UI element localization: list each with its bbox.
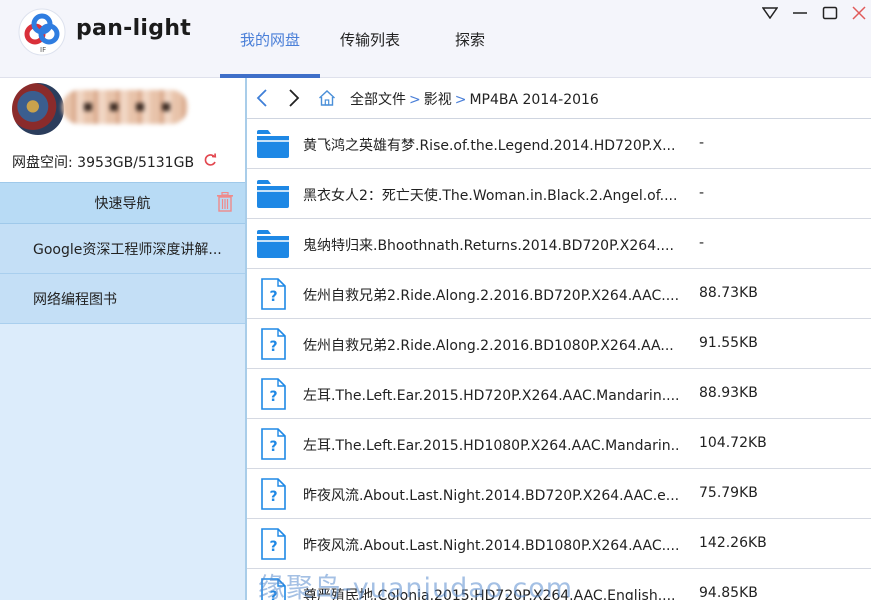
forward-button[interactable] [284,87,304,109]
chevron-left-icon [256,89,267,107]
file-name: 昨夜风流.About.Last.Night.2014.BD1080P.X264.… [303,538,679,554]
file-name: 左耳.The.Left.Ear.2015.HD720P.X264.AAC.Man… [303,388,679,404]
breadcrumb-separator: > [409,92,421,108]
username-blurred [62,90,188,124]
quick-nav-item[interactable]: 网络编程图书 [0,274,245,324]
sidebar: 网盘空间: 3953GB/5131GB 快速导航 Google资深工程师深度讲解… [0,78,247,600]
triangle-down-icon [762,7,778,19]
svg-text:?: ? [269,289,277,305]
trash-icon[interactable] [216,192,234,212]
tab-label: 传输列表 [339,31,400,49]
app-title: pan-light [76,16,192,41]
file-size: 91.55KB [699,335,758,351]
maximize-button[interactable] [817,2,843,24]
path-bar: 全部文件 > 影视 > MP4BA 2014-2016 [247,78,871,119]
refresh-icon[interactable] [203,152,217,168]
breadcrumb-separator: > [454,92,467,108]
folder-icon [257,180,289,208]
svg-text:IF: IF [40,46,46,54]
file-row[interactable]: 黑衣女人2：死亡天使.The.Woman.in.Black.2.Angel.of… [247,169,871,219]
file-size: 88.93KB [699,385,758,401]
svg-text:?: ? [269,339,277,355]
file-row[interactable]: ? 佐州自救兄弟2.Ride.Along.2.2016.BD720P.X264.… [247,269,871,319]
maximize-icon [822,6,838,20]
home-icon [319,90,335,106]
breadcrumb-item[interactable]: 全部文件 [350,92,406,108]
file-name: 黄飞鸿之英雄有梦.Rise.of.the.Legend.2014.HD720P.… [303,138,676,154]
folder-icon [257,130,289,158]
file-name: 左耳.The.Left.Ear.2015.HD1080P.X264.AAC.Ma… [303,438,679,454]
unknown-file-icon: ? [261,328,286,360]
back-button[interactable] [252,87,272,109]
tab-explore[interactable]: 探索 [420,28,520,78]
file-name: 鬼纳特归来.Bhoothnath.Returns.2014.BD720P.X26… [303,238,674,254]
unknown-file-icon: ? [261,378,286,410]
blur-block [136,103,144,111]
minimize-button[interactable] [787,2,813,24]
file-row[interactable]: ? 佐州自救兄弟2.Ride.Along.2.2016.BD1080P.X264… [247,319,871,369]
file-size: 88.73KB [699,285,758,301]
file-size: 94.85KB [699,585,758,600]
file-row[interactable]: 鬼纳特归来.Bhoothnath.Returns.2014.BD720P.X26… [247,219,871,269]
tab-transfer-list[interactable]: 传输列表 [320,28,420,78]
user-profile: 网盘空间: 3953GB/5131GB [0,78,245,182]
unknown-file-icon: ? [261,428,286,460]
unknown-file-icon: ? [261,528,286,560]
svg-text:?: ? [269,539,277,555]
quick-nav-title: 快速导航 [94,196,151,212]
close-icon [852,6,866,20]
blur-block [110,103,118,111]
file-size: 104.72KB [699,435,767,451]
file-name: 佐州自救兄弟2.Ride.Along.2.2016.BD1080P.X264.A… [303,338,674,354]
breadcrumb: 全部文件 > 影视 > MP4BA 2014-2016 [350,89,599,109]
file-size: - [699,135,705,151]
avatar[interactable] [12,83,64,135]
file-row[interactable]: ? 左耳.The.Left.Ear.2015.HD720P.X264.AAC.M… [247,369,871,419]
svg-text:?: ? [269,489,277,505]
file-size: - [699,235,705,251]
chevron-right-icon [289,89,300,107]
quick-nav-item-label: Google资深工程师深度讲解... [33,241,222,258]
file-row[interactable]: ? 昨夜风流.About.Last.Night.2014.BD720P.X264… [247,469,871,519]
pan-light-logo-icon: IF [18,8,66,56]
blur-block [84,103,92,111]
quick-nav-header: 快速导航 [0,182,245,224]
unknown-file-icon: ? [261,278,286,310]
file-size: - [699,185,705,201]
close-button[interactable] [846,2,871,24]
file-row[interactable]: ? 昨夜风流.About.Last.Night.2014.BD1080P.X26… [247,519,871,569]
unknown-file-icon: ? [261,478,286,510]
svg-text:?: ? [269,439,277,455]
quick-nav-item[interactable]: Google资深工程师深度讲解... [0,224,245,274]
blur-block [162,103,170,111]
file-name: 黑衣女人2：死亡天使.The.Woman.in.Black.2.Angel.of… [303,188,678,204]
tab-label: 探索 [454,31,485,49]
file-row[interactable]: 黄飞鸿之英雄有梦.Rise.of.the.Legend.2014.HD720P.… [247,119,871,169]
tab-my-drive[interactable]: 我的网盘 [220,28,320,78]
breadcrumb-item[interactable]: 影视 [424,92,452,108]
minimize-icon [793,12,807,14]
folder-icon [257,230,289,258]
breadcrumb-item-current[interactable]: MP4BA 2014-2016 [469,92,598,108]
storage-usage: 网盘空间: 3953GB/5131GB [12,155,195,171]
home-button[interactable] [318,87,336,109]
file-list: 黄飞鸿之英雄有梦.Rise.of.the.Legend.2014.HD720P.… [247,119,871,600]
svg-text:?: ? [269,389,277,405]
file-name: 佐州自救兄弟2.Ride.Along.2.2016.BD720P.X264.AA… [303,288,679,304]
file-row[interactable]: ? 左耳.The.Left.Ear.2015.HD1080P.X264.AAC.… [247,419,871,469]
file-name: 昨夜风流.About.Last.Night.2014.BD720P.X264.A… [303,488,679,504]
watermark-text: 缘聚岛-yuanjudao.com [258,573,574,600]
file-size: 75.79KB [699,485,758,501]
quick-nav-item-label: 网络编程图书 [33,291,117,308]
header-bar: IF pan-light 我的网盘 传输列表 探索 [0,0,871,78]
file-size: 142.26KB [699,535,767,551]
menu-button[interactable] [757,2,783,24]
tab-label: 我的网盘 [239,31,300,49]
